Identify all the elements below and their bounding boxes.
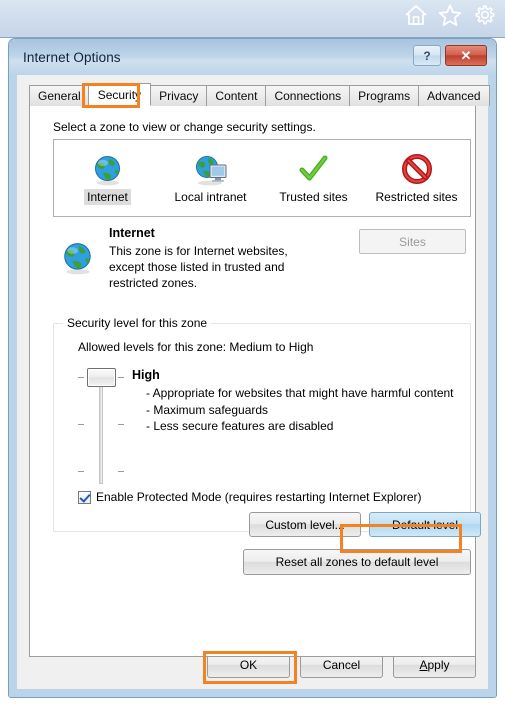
enable-protected-mode-row[interactable]: Enable Protected Mode (requires restarti…	[78, 490, 422, 504]
zone-label-internet: Internet	[84, 189, 131, 205]
zone-description-line-1: This zone is for Internet websites,	[109, 244, 288, 258]
globe-icon	[60, 240, 96, 279]
slider-thumb[interactable]	[87, 368, 116, 387]
zone-prompt-label: Select a zone to view or change security…	[53, 120, 316, 134]
slider-tick-right-2	[118, 424, 124, 425]
slider-tick-right-1	[118, 377, 124, 378]
zone-description-line-2: except those listed in trusted and	[109, 260, 285, 274]
browser-toolbar-icons	[403, 2, 497, 28]
tab-general[interactable]: General	[29, 85, 89, 106]
security-level-description: High - Appropriate for websites that mig…	[132, 368, 462, 435]
zone-label-trusted-sites: Trusted sites	[279, 190, 348, 204]
zone-description-title: Internet	[109, 226, 155, 240]
security-tab-page: Select a zone to view or change security…	[29, 105, 481, 657]
tab-connections[interactable]: Connections	[265, 85, 350, 106]
dialog-title: Internet Options	[23, 49, 121, 65]
reset-all-zones-button[interactable]: Reset all zones to default level	[243, 549, 471, 575]
security-level-bullet-2: - Maximum safeguards	[146, 402, 269, 417]
zone-description-text: Internet This zone is for Internet websi…	[109, 226, 359, 291]
internet-options-dialog: Internet Options ? ✕ General Security Pr…	[8, 38, 497, 698]
tabstrip: General Security Privacy Content Connect…	[29, 83, 490, 106]
sites-button[interactable]: Sites	[359, 229, 466, 254]
security-level-bullet-3: - Less secure features are disabled	[146, 419, 334, 433]
enable-protected-mode-label: Enable Protected Mode (requires restarti…	[96, 490, 422, 504]
red-prohibited-icon	[400, 145, 434, 187]
tab-privacy[interactable]: Privacy	[150, 85, 207, 106]
allowed-levels-label: Allowed levels for this zone: Medium to …	[78, 340, 314, 354]
zone-label-local-intranet: Local intranet	[174, 190, 247, 204]
zone-item-trusted-sites[interactable]: Trusted sites	[262, 145, 365, 205]
apply-accelerator-letter: A	[419, 658, 428, 672]
zone-listbox[interactable]: Internet Local intranet Trusted sites Re…	[53, 139, 471, 217]
zone-item-local-intranet[interactable]: Local intranet	[159, 145, 262, 205]
enable-protected-mode-checkbox[interactable]	[78, 490, 91, 504]
zone-item-restricted-sites[interactable]: Restricted sites	[365, 145, 468, 205]
custom-level-button[interactable]: Custom level...	[249, 512, 361, 537]
apply-label-rest: pply	[427, 658, 450, 672]
tools-gear-icon[interactable]	[471, 2, 497, 28]
close-icon[interactable]: ✕	[445, 45, 487, 66]
zone-description-line-3: restricted zones.	[109, 276, 198, 290]
slider-tick-left-2	[78, 424, 84, 425]
security-level-buttons: Custom level... Default level	[249, 512, 481, 537]
zone-label-restricted-sites: Restricted sites	[375, 190, 458, 204]
slider-tick-left-3	[78, 471, 84, 472]
slider-tick-right-3	[118, 471, 124, 472]
security-level-bullet-1: - Appropriate for websites that might ha…	[146, 386, 454, 400]
dialog-body: General Security Privacy Content Connect…	[17, 75, 490, 689]
dialog-titlebar: Internet Options ? ✕	[9, 39, 496, 75]
slider-track	[99, 378, 103, 484]
favorites-star-icon[interactable]	[437, 2, 463, 28]
security-level-slider[interactable]	[78, 368, 124, 484]
globe-monitor-icon	[193, 145, 229, 187]
tab-programs[interactable]: Programs	[349, 85, 419, 106]
tab-content[interactable]: Content	[206, 85, 266, 106]
security-level-group: Security level for this zone Allowed lev…	[53, 316, 481, 537]
tab-advanced[interactable]: Advanced	[418, 85, 490, 106]
titlebar-buttons: ? ✕	[413, 45, 487, 66]
security-level-name: High	[132, 368, 160, 382]
tab-security[interactable]: Security	[87, 83, 152, 106]
security-level-group-title: Security level for this zone	[63, 316, 212, 330]
zone-item-internet[interactable]: Internet	[56, 145, 159, 205]
browser-toolbar	[0, 0, 505, 38]
globe-icon	[91, 145, 125, 187]
zone-description-body: This zone is for Internet websites, exce…	[109, 243, 359, 291]
slider-tick-left-1	[78, 377, 84, 378]
security-level-bullets: - Appropriate for websites that might ha…	[132, 385, 462, 435]
help-button[interactable]: ?	[413, 45, 441, 66]
default-level-button[interactable]: Default level	[369, 512, 481, 537]
home-icon[interactable]	[403, 2, 429, 28]
green-check-icon	[297, 145, 331, 187]
